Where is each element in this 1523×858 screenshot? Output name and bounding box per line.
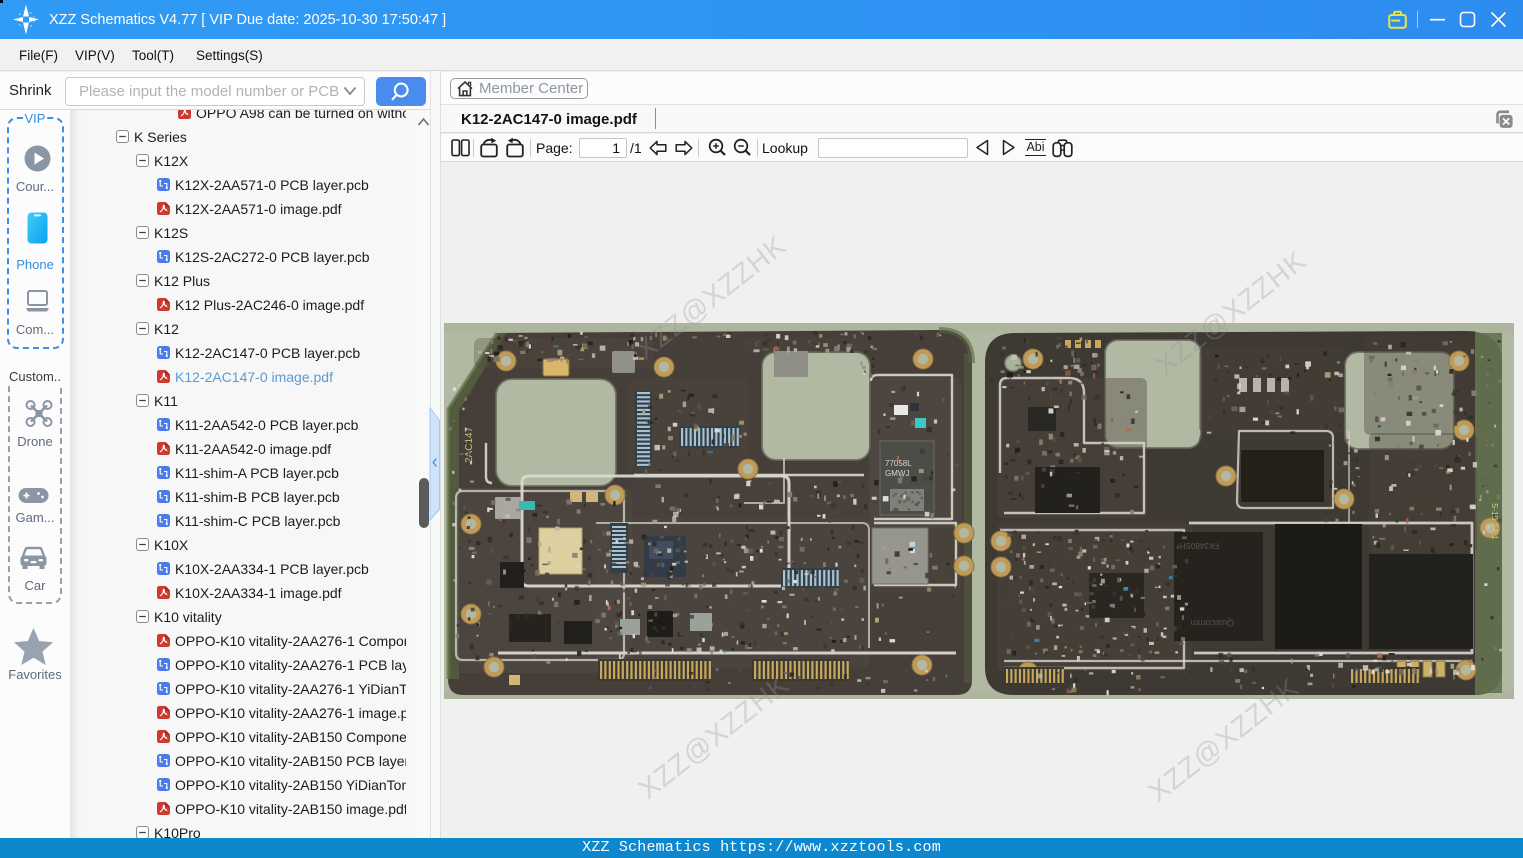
svg-text:Qualcomm: Qualcomm (1190, 618, 1234, 628)
svg-text:2AC147: 2AC147 (464, 426, 475, 463)
svg-text:FK3480SH: FK3480SH (1180, 541, 1219, 550)
svg-text:GMWJ: GMWJ (885, 469, 909, 478)
svg-text:S-10-1-E1: S-10-1-E1 (1490, 503, 1499, 540)
